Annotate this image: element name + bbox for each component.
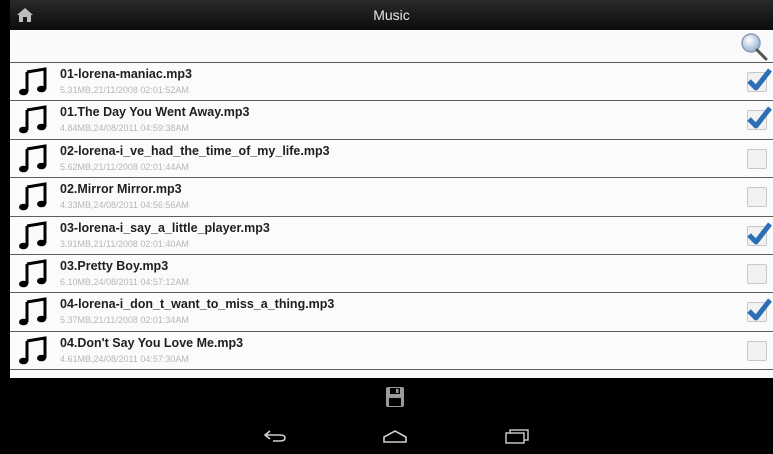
file-meta: 5.31MB,21/11/2008 02:01:52AM	[60, 85, 189, 95]
file-meta: 4.33MB,24/08/2011 04:56:56AM	[60, 200, 189, 211]
check-icon	[747, 298, 772, 321]
music-note-icon	[19, 297, 47, 326]
file-meta: 4.61MB,24/08/2011 04:57:30AM	[60, 353, 189, 364]
select-checkbox[interactable]	[747, 106, 772, 131]
file-name: 02-lorena-i_ve_had_the_time_of_my_life.m…	[60, 143, 330, 158]
file-meta: 5.62MB,21/11/2008 02:01:44AM	[60, 161, 189, 172]
music-note-icon	[19, 335, 47, 365]
check-icon	[747, 222, 772, 245]
select-checkbox[interactable]	[747, 148, 767, 169]
home-nav-icon[interactable]	[382, 429, 408, 443]
select-checkbox[interactable]	[747, 340, 767, 361]
select-checkbox[interactable]	[747, 187, 767, 208]
save-icon[interactable]	[385, 386, 405, 408]
music-note-icon	[19, 67, 47, 96]
select-checkbox[interactable]	[747, 68, 772, 92]
search-input[interactable]	[10, 30, 726, 60]
music-note-icon	[19, 105, 47, 134]
list-item[interactable]: 03-lorena-i_say_a_little_player.mp3 3.91…	[10, 217, 773, 255]
list-item[interactable]: 01-lorena-maniac.mp3 5.31MB,21/11/2008 0…	[10, 63, 773, 102]
file-name: 01-lorena-maniac.mp3	[60, 67, 192, 81]
list-item[interactable]: 02.Mirror Mirror.mp3 4.33MB,24/08/2011 0…	[10, 178, 773, 217]
back-icon[interactable]	[263, 428, 287, 444]
search-icon[interactable]	[739, 32, 769, 62]
list-item[interactable]: 02-lorena-i_ve_had_the_time_of_my_life.m…	[10, 140, 773, 179]
check-icon	[747, 68, 772, 91]
file-meta: 3.91MB,21/11/2008 02:01:40AM	[60, 238, 189, 249]
file-name: 03.Pretty Boy.mp3	[60, 258, 169, 273]
file-meta: 5.37MB,21/11/2008 02:01:34AM	[60, 315, 189, 326]
list-item[interactable]: 03.Pretty Boy.mp3 6.10MB,24/08/2011 04:5…	[10, 255, 773, 294]
title-bar: Music	[10, 0, 773, 30]
music-note-icon	[19, 144, 47, 173]
file-meta: 4.84MB,24/08/2011 04:59:38AM	[60, 123, 189, 134]
select-checkbox[interactable]	[747, 298, 772, 323]
recent-apps-icon[interactable]	[504, 428, 530, 444]
music-note-icon	[19, 220, 47, 249]
file-meta: 6.10MB,24/08/2011 04:57:12AM	[60, 276, 189, 287]
file-name: 03-lorena-i_say_a_little_player.mp3	[60, 220, 270, 235]
list-item[interactable]: 01.The Day You Went Away.mp3 4.84MB,24/0…	[10, 101, 773, 140]
page-title: Music	[373, 7, 410, 23]
list-item[interactable]: 04.Don't Say You Love Me.mp3 4.61MB,24/0…	[10, 332, 773, 371]
file-list: 01-lorena-maniac.mp3 5.31MB,21/11/2008 0…	[10, 63, 773, 378]
bottom-bar	[10, 378, 773, 454]
file-name: 04-lorena-i_don_t_want_to_miss_a_thing.m…	[60, 297, 335, 312]
list-item[interactable]: 04-lorena-i_don_t_want_to_miss_a_thing.m…	[10, 293, 773, 332]
select-checkbox[interactable]	[747, 263, 767, 284]
search-bar	[10, 30, 773, 63]
music-note-icon	[19, 182, 47, 211]
file-name: 01.The Day You Went Away.mp3	[60, 105, 250, 120]
select-checkbox[interactable]	[747, 222, 772, 246]
music-note-icon	[19, 259, 47, 288]
file-name: 04.Don't Say You Love Me.mp3	[60, 335, 244, 350]
check-icon	[747, 106, 772, 129]
file-name: 02.Mirror Mirror.mp3	[60, 182, 182, 197]
